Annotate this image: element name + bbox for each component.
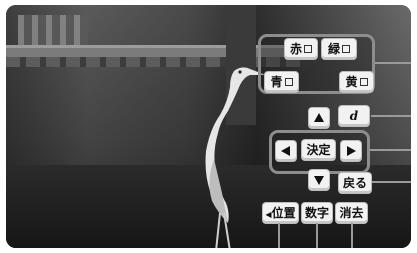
blue-button-label: 青 bbox=[270, 75, 283, 89]
arrow-up-icon bbox=[314, 113, 324, 122]
blue-button[interactable]: 青 bbox=[265, 72, 298, 92]
yellow-button-label: 黄 bbox=[345, 75, 358, 89]
square-icon bbox=[342, 44, 350, 53]
left-button[interactable] bbox=[276, 141, 296, 161]
green-button[interactable]: 緑 bbox=[322, 39, 356, 59]
red-button-label: 赤 bbox=[289, 42, 302, 56]
right-button[interactable] bbox=[341, 141, 361, 161]
d-button-label: d bbox=[349, 109, 359, 123]
position-button-label: 位置 bbox=[271, 206, 296, 220]
back-button[interactable]: 戻る bbox=[339, 173, 371, 193]
down-button[interactable] bbox=[309, 170, 329, 190]
clear-button-label: 消去 bbox=[339, 206, 364, 220]
enter-button-label: 決定 bbox=[306, 143, 331, 157]
leader-line bbox=[351, 223, 353, 248]
clear-button[interactable]: 消去 bbox=[336, 203, 367, 223]
tv-video-screen: 赤 緑 青 黄 d 決定 戻る ◀位置 数字 消去 bbox=[6, 5, 411, 248]
leader-line bbox=[371, 115, 411, 117]
green-button-label: 緑 bbox=[327, 42, 340, 56]
arrow-left-icon bbox=[281, 146, 290, 156]
up-button[interactable] bbox=[309, 108, 329, 128]
background-people bbox=[18, 15, 88, 47]
arrow-right-icon bbox=[347, 146, 356, 156]
square-icon bbox=[304, 44, 312, 53]
leader-line bbox=[375, 62, 411, 64]
leader-line bbox=[372, 181, 411, 183]
back-button-label: 戻る bbox=[342, 176, 367, 190]
square-icon bbox=[359, 77, 368, 86]
red-button[interactable]: 赤 bbox=[285, 39, 317, 59]
number-button[interactable]: 数字 bbox=[302, 203, 332, 223]
position-button[interactable]: ◀位置 bbox=[263, 203, 298, 223]
number-button-label: 数字 bbox=[304, 206, 329, 220]
square-icon bbox=[284, 77, 293, 86]
heron-image bbox=[205, 67, 266, 248]
leader-line bbox=[316, 223, 318, 248]
leader-line bbox=[278, 223, 280, 248]
yellow-button[interactable]: 黄 bbox=[340, 72, 373, 92]
d-button[interactable]: d bbox=[339, 106, 369, 126]
leader-line bbox=[370, 149, 411, 151]
arrow-down-icon bbox=[314, 176, 324, 185]
enter-button[interactable]: 決定 bbox=[302, 140, 335, 160]
